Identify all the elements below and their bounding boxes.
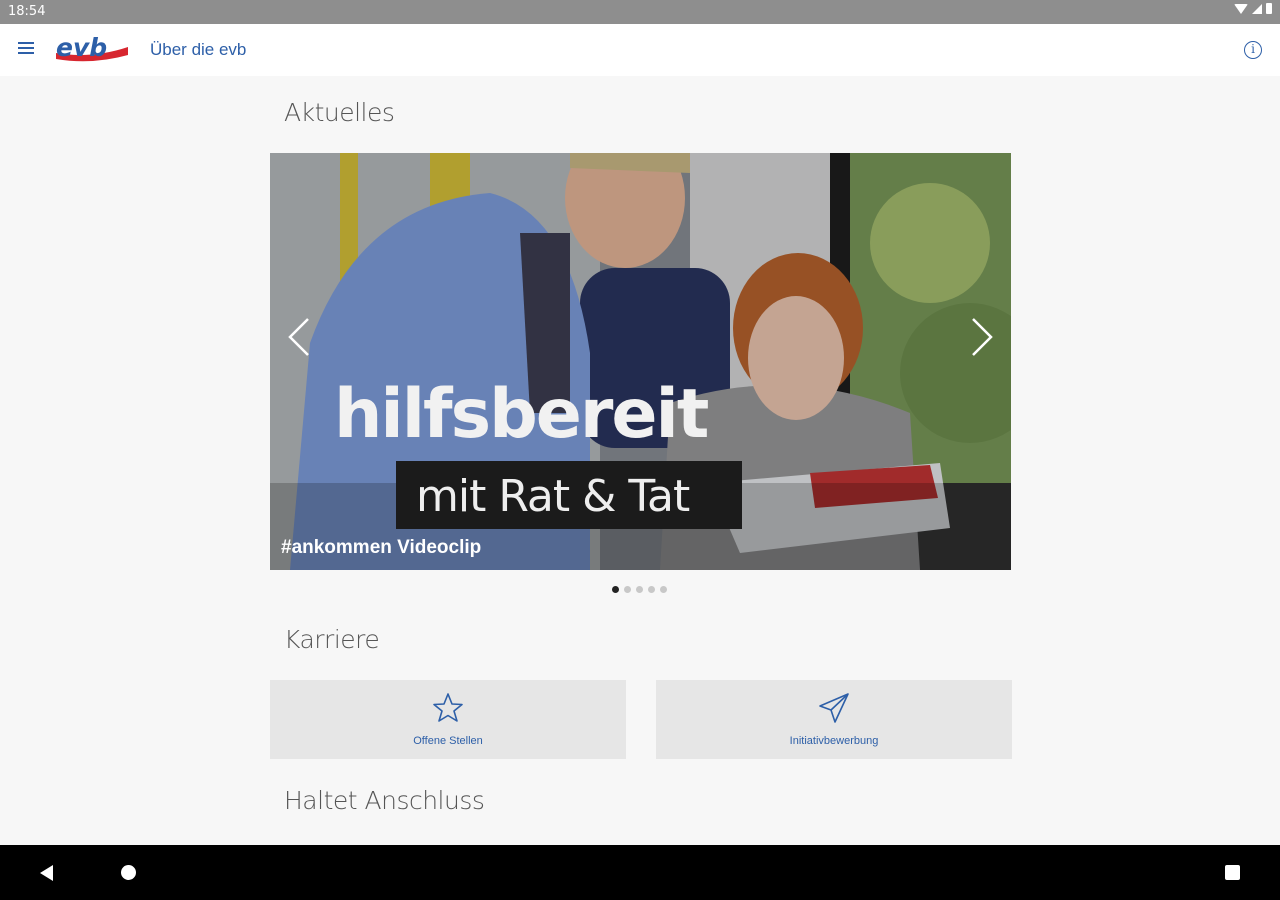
chevron-left-icon[interactable]: [284, 315, 316, 359]
battery-icon: [1266, 3, 1272, 14]
logo-text: evb: [56, 33, 107, 62]
slide-headline: hilfsbereit: [334, 375, 709, 454]
recent-apps-icon[interactable]: [1225, 865, 1240, 880]
paper-plane-icon: [819, 693, 849, 723]
star-icon: [433, 693, 463, 722]
pagination-dot[interactable]: [648, 586, 655, 593]
signal-icon: [1252, 3, 1262, 14]
slide-subline-box: mit Rat & Tat: [396, 461, 742, 529]
initiative-application-tile[interactable]: Initiativbewerbung: [656, 680, 1012, 759]
info-icon[interactable]: i: [1244, 41, 1262, 59]
system-navigation-bar: [0, 845, 1280, 900]
page-title: Über die evb: [150, 40, 247, 59]
tile-label: Offene Stellen: [413, 735, 483, 747]
carousel-pagination: [612, 586, 667, 593]
chevron-right-icon[interactable]: [965, 315, 997, 359]
pagination-dot[interactable]: [612, 586, 619, 593]
slide-subline: mit Rat & Tat: [416, 471, 690, 522]
news-carousel[interactable]: hilfsbereit mit Rat & Tat #ankommen Vide…: [270, 153, 1011, 570]
back-icon[interactable]: [40, 865, 53, 881]
hamburger-menu-icon[interactable]: [18, 42, 34, 54]
pagination-dot[interactable]: [660, 586, 667, 593]
tile-label: Initiativbewerbung: [789, 735, 879, 747]
status-icons: [1234, 3, 1272, 14]
home-icon[interactable]: [121, 865, 136, 880]
wifi-icon: [1234, 3, 1248, 14]
section-title-career: Karriere: [284, 625, 380, 654]
status-time: 18:54: [8, 4, 46, 19]
open-positions-tile[interactable]: Offene Stellen: [270, 680, 626, 759]
pagination-dot[interactable]: [636, 586, 643, 593]
section-title-stay-connected: Haltet Anschluss: [284, 786, 485, 815]
app-bar: evb Über die evb i: [0, 24, 1280, 76]
pagination-dot[interactable]: [624, 586, 631, 593]
slide-caption: #ankommen Videoclip: [281, 537, 482, 558]
evb-logo: evb: [56, 33, 128, 62]
system-status-bar: 18:54: [0, 0, 1280, 24]
section-title-news: Aktuelles: [284, 98, 395, 127]
